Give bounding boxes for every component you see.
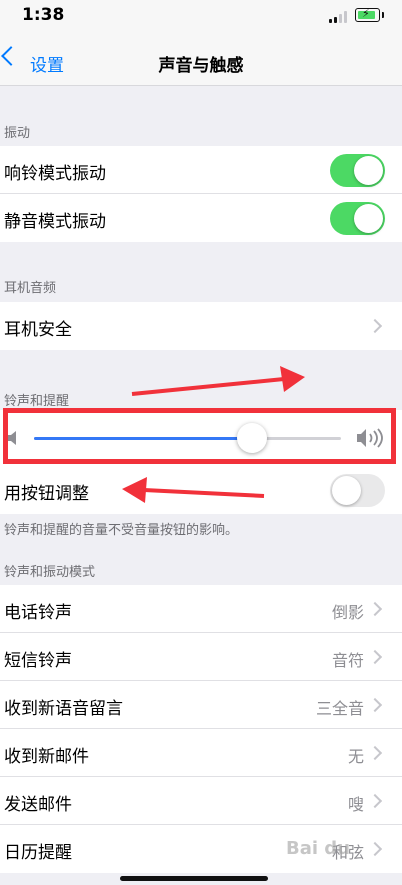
arrow-left-annotation bbox=[122, 477, 265, 503]
row-label: 短信铃声 bbox=[4, 651, 72, 671]
row-value: 音符 bbox=[331, 651, 364, 670]
home-indicator[interactable] bbox=[120, 876, 268, 881]
row-value: 无 bbox=[347, 747, 364, 766]
chevron-right-icon bbox=[367, 697, 383, 713]
row-label: 电话铃声 bbox=[4, 603, 72, 623]
row-label: 收到新语音留言 bbox=[4, 699, 123, 719]
chevron-right-icon bbox=[367, 649, 383, 665]
row-label: 收到新邮件 bbox=[4, 747, 89, 767]
chevron-right-icon bbox=[367, 841, 383, 857]
row-value: 嗖 bbox=[347, 795, 364, 814]
row-ringtone[interactable]: 电话铃声 倒影 bbox=[0, 585, 402, 633]
row-text-tone[interactable]: 短信铃声 音符 bbox=[0, 633, 402, 681]
row-value: 三全音 bbox=[315, 699, 364, 718]
row-value: 倒影 bbox=[331, 603, 364, 622]
row-label: 日历提醒 bbox=[4, 843, 72, 863]
chevron-right-icon bbox=[367, 601, 383, 617]
row-sent-mail[interactable]: 发送邮件 嗖 bbox=[0, 777, 402, 825]
chevron-right-icon bbox=[367, 745, 383, 761]
arrow-right-annotation bbox=[131, 366, 305, 396]
chevron-right-icon bbox=[367, 793, 383, 809]
section-header-sounds: 铃声和振动模式 bbox=[4, 565, 96, 580]
watermark-logo: Bai du bbox=[286, 838, 351, 859]
row-new-mail[interactable]: 收到新邮件 无 bbox=[0, 729, 402, 777]
row-new-voicemail[interactable]: 收到新语音留言 三全音 bbox=[0, 681, 402, 729]
row-label: 发送邮件 bbox=[4, 795, 72, 815]
